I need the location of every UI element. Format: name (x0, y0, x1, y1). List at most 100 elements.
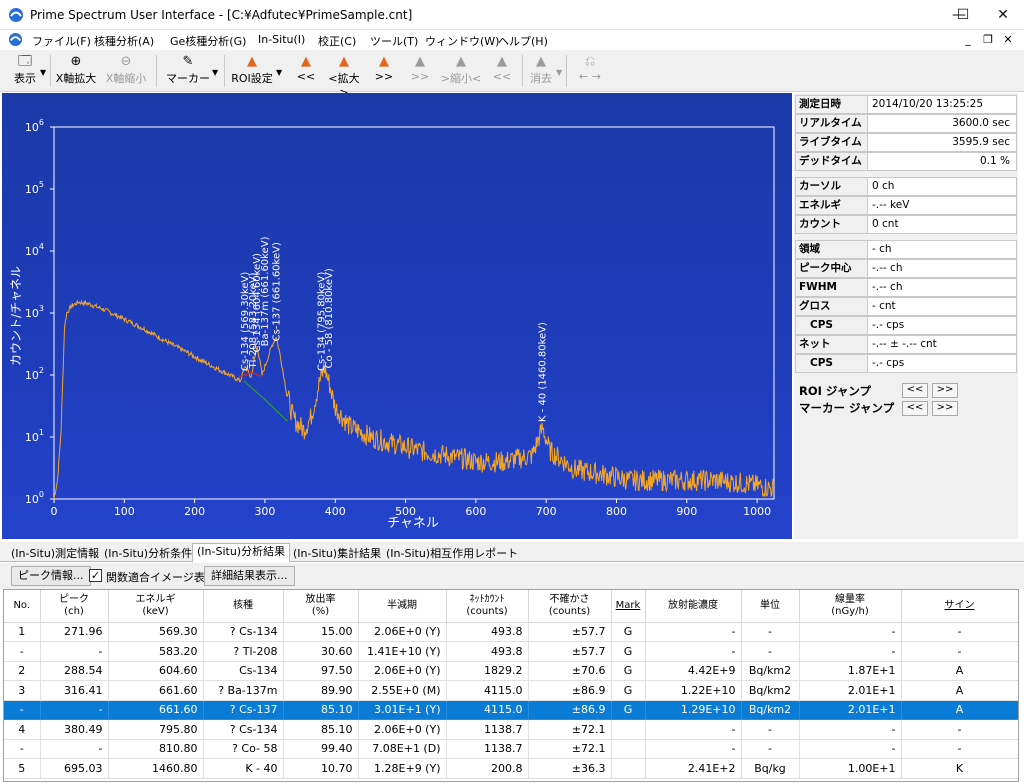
col-energy-cell: 810.80 (108, 739, 204, 759)
mdi-close-button[interactable]: ✕ (998, 33, 1018, 46)
peak-prev-button[interactable]: ▲ << (292, 53, 320, 83)
x-tick-label: 700 (536, 505, 557, 518)
mdi-minimize-button[interactable]: _ (958, 33, 978, 46)
table-row[interactable]: 4 380.49 795.80? Cs-134 85.10 2.06E+0 (Y) 113… (4, 719, 1018, 740)
col-mark-cell: G (611, 641, 646, 662)
history-nav-button[interactable]: ⎌ ← → (570, 53, 610, 83)
col-half-life-header[interactable]: 半減期 (358, 590, 447, 623)
col-nuclide-cell: ? Tl-208 (203, 641, 284, 662)
col-activity-header[interactable]: 放射能濃度 (645, 590, 742, 623)
col-nuclide-header[interactable]: 核種 (203, 590, 284, 623)
tab-analysis-conditions[interactable]: (In-Situ)分析条件 (99, 545, 197, 562)
marker-dropdown-icon[interactable]: ▼ (212, 68, 218, 77)
col-unit-cell: Bq/km2 (741, 700, 800, 720)
col-half-life-cell: 2.06E+0 (Y) (358, 719, 447, 740)
col-net-count-header[interactable]: ﾈｯﾄｶｳﾝﾄ (counts) (446, 590, 529, 623)
col-nuclide-cell: K - 40 (203, 758, 284, 779)
measure-date-label: 測定日時 (796, 96, 868, 113)
col-net-count-cell: 1138.7 (446, 739, 529, 759)
x-tick-label: 0 (51, 505, 58, 518)
erase-dropdown-icon[interactable]: ▼ (556, 68, 562, 77)
menu-nuclide-analysis[interactable]: 核種分析(A) (94, 33, 154, 49)
shrink-prev-button[interactable]: ▲ << (488, 53, 516, 83)
display-dropdown-icon[interactable]: ▼ (40, 68, 46, 77)
x-zoom-in-button[interactable]: ⊕ X軸拡大 (54, 53, 98, 86)
toolbar-separator (50, 55, 51, 87)
col-peak-cell: 380.49 (40, 719, 109, 740)
col-peak-cell: 288.54 (40, 661, 109, 681)
spectrum-line (53, 299, 774, 500)
col-mark-header[interactable]: Mark (611, 590, 646, 623)
y-tick-label: 105 (25, 180, 44, 196)
table-row[interactable]: - -810.80? Co- 58 99.40 7.08E+1 (D) 1138.7 ±7… (4, 739, 1018, 759)
col-activity-cell: - (645, 719, 742, 740)
title-bar: Prime Spectrum User Interface - [C:¥Adfu… (0, 0, 1024, 30)
marker-button[interactable]: ✎ マーカー (166, 53, 210, 86)
col-dose-rate-header[interactable]: 線量率 (nGy/h) (799, 590, 902, 623)
tab-analysis-results[interactable]: (In-Situ)分析結果 (192, 543, 291, 563)
col-unit-header[interactable]: 単位 (741, 590, 800, 623)
roi-settings-button[interactable]: ▲ ROI設定 (230, 53, 274, 86)
col-energy-header[interactable]: エネルギ (keV) (108, 590, 204, 623)
mdi-restore-button[interactable]: ❐ (978, 33, 998, 46)
marker-jump-prev-button[interactable]: << (902, 401, 928, 416)
shrink-button[interactable]: ▲ >縮小< (438, 53, 484, 86)
erase-button[interactable]: ▲ 消去 (526, 53, 556, 86)
tab-summary-results[interactable]: (In-Situ)集計結果 (288, 545, 386, 562)
fit-image-checkbox[interactable]: ✓ (89, 569, 102, 582)
peak-info-button[interactable]: ピーク情報... (11, 566, 91, 586)
document-icon[interactable] (8, 32, 23, 47)
table-row[interactable]: 2 288.54 604.60 Cs-134 97.50 2.06E+0 (Y) 1829.… (4, 661, 1018, 681)
dead-time-row: デッドタイム 0.1 % (795, 152, 1017, 171)
display-button[interactable]: 🗔 表示 (8, 53, 42, 86)
count-value: 0 cnt (872, 218, 899, 230)
col-no-header[interactable]: No. (4, 590, 41, 623)
menu-in-situ[interactable]: In-Situ(I) (258, 33, 305, 46)
y-tick-exponent: 2 (39, 366, 44, 375)
net-cps-row: CPS -.- cps (795, 354, 1017, 373)
tab-interaction-report[interactable]: (In-Situ)相互作用レポート (381, 545, 523, 562)
col-dose-rate-cell: - (799, 641, 902, 662)
col-no-cell: 1 (4, 622, 41, 642)
table-row[interactable]: 1 271.96 569.30? Cs-134 15.00 2.06E+0 (Y) 493… (4, 622, 1018, 642)
peak-annotation: Ba-137m (661.60keV) (260, 236, 271, 346)
roi-jump-next-button[interactable]: >> (932, 383, 958, 398)
col-uncertainty-header[interactable]: 不確かさ (counts) (528, 590, 612, 623)
net-cps-label: CPS (796, 355, 868, 372)
col-peak-cell: 695.03 (40, 758, 109, 779)
col-yield-header[interactable]: 放出率 (%) (283, 590, 359, 623)
marker-jump-label: マーカー ジャンプ (799, 401, 895, 415)
menu-help[interactable]: ヘルプ(H) (498, 33, 548, 49)
col-energy-cell: 661.60 (108, 700, 204, 720)
col-sign-header[interactable]: サイン (901, 590, 1018, 623)
menu-window[interactable]: ウィンドウ(W) (425, 33, 499, 49)
roi-dropdown-icon[interactable]: ▼ (276, 68, 282, 77)
table-row[interactable]: 5 695.03 1460.80 K - 40 10.70 1.28E+9 (Y) 200.… (4, 758, 1018, 779)
col-dose-rate-cell: 2.01E+1 (799, 700, 902, 720)
menu-tools[interactable]: ツール(T) (370, 33, 418, 49)
y-tick-label: 100 (25, 490, 44, 506)
menu-file[interactable]: ファイル(F) (32, 33, 91, 49)
detail-results-button[interactable]: 詳細結果表示... (204, 566, 295, 586)
cursor-label: カーソル (796, 178, 868, 195)
table-row[interactable]: - -661.60? Cs-137 85.10 3.01E+1 (Y) 4115.0 ±8… (4, 700, 1018, 720)
col-no-cell: - (4, 641, 41, 662)
col-peak-header[interactable]: ピーク (ch) (40, 590, 109, 623)
menu-calibration[interactable]: 校正(C) (318, 33, 356, 49)
spectrum-plot[interactable]: 0 100 200 300 400 500 600 700 800 900 100010010110… (2, 93, 792, 539)
tab-measurement-info[interactable]: (In-Situ)測定情報 (6, 545, 104, 562)
shrink-next-button[interactable]: ▲ >> (406, 53, 434, 83)
table-row[interactable]: 3 316.41 661.60? Ba-137m 89.90 2.55E+0 (M) 41… (4, 680, 1018, 701)
peak-next-button[interactable]: ▲ >> (370, 53, 398, 83)
fwhm-value: -.-- ch (872, 281, 903, 293)
results-table[interactable]: No. ピーク (ch) エネルギ (keV) 核種 放出率 (%) 半減期 ﾈｯﾄｶｳﾝﾄ (co… (3, 589, 1019, 782)
spectrum-chart[interactable]: 0 100 200 300 400 500 600 700 800 900 1000 100 101 10… (2, 93, 792, 539)
x-zoom-out-button[interactable]: ⊖ X軸縮小 (104, 53, 148, 86)
table-row[interactable]: - -583.20? Tl-208 30.60 1.41E+10 (Y) 493.8 ±5… (4, 641, 1018, 662)
menu-bar: ファイル(F) 核種分析(A) Ge核種分析(G) In-Situ(I) 校正(… (0, 30, 1024, 50)
roi-jump-prev-button[interactable]: << (902, 383, 928, 398)
marker-jump-next-button[interactable]: >> (932, 401, 958, 416)
menu-ge-analysis[interactable]: Ge核種分析(G) (170, 33, 246, 49)
close-button[interactable]: ✕ (980, 0, 1024, 30)
x-tick-label: 400 (325, 505, 346, 518)
